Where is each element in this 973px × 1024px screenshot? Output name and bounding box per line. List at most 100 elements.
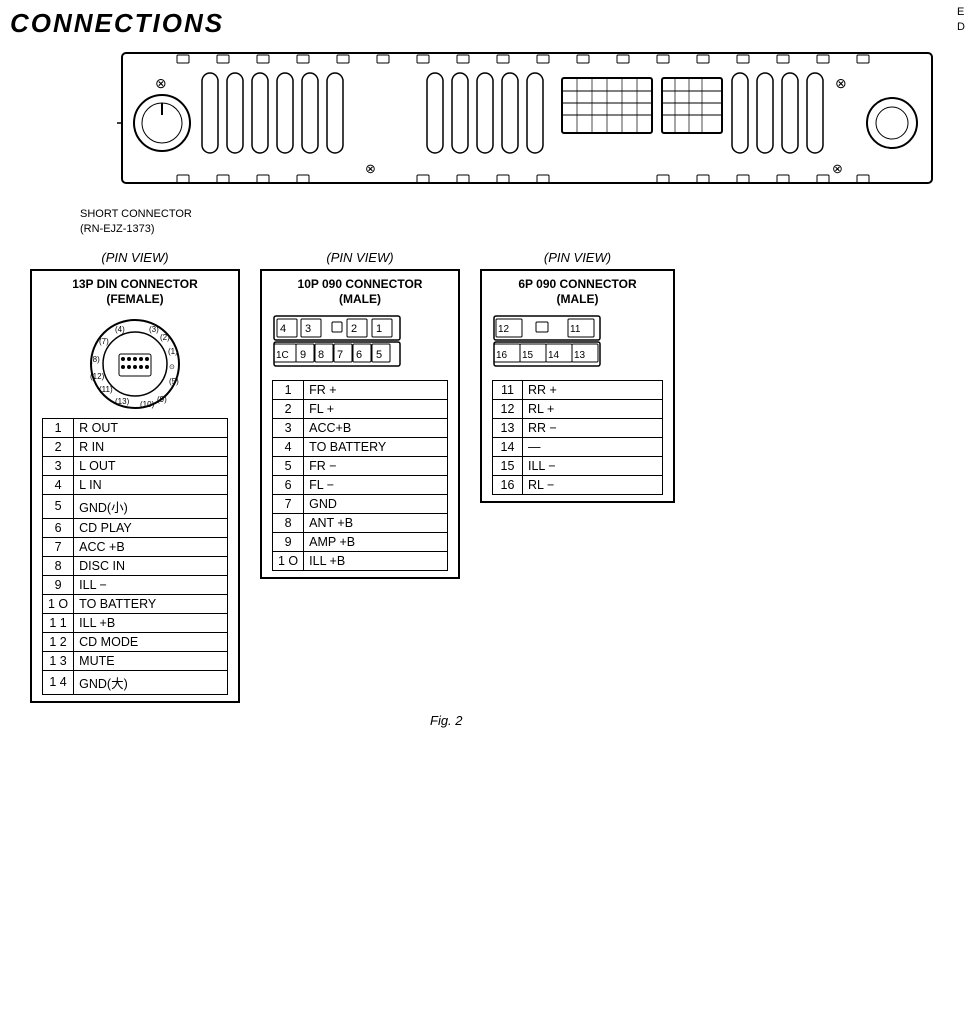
table-row: 6FL − [273,475,448,494]
connector-title-10p: 10P 090 CONNECTOR(MALE) [272,277,448,308]
page-title: CONNECTIONS [10,8,963,39]
svg-text:6: 6 [356,349,362,361]
pin-label: R IN [74,437,228,456]
svg-text:12: 12 [498,324,510,335]
pin-label: TO BATTERY [304,437,448,456]
device-diagram: ⊗ [117,43,937,203]
table-row: 12RL + [493,399,663,418]
pin-number: 9 [273,532,304,551]
pin-label: ILL +B [304,551,448,570]
svg-text:1: 1 [376,323,382,335]
svg-text:5: 5 [376,349,382,361]
pin-block-10p: (PIN VIEW) 10P 090 CONNECTOR(MALE) 4 3 2 [260,250,460,579]
svg-text:(3): (3) [149,325,159,334]
table-row: 8DISC IN [43,556,228,575]
svg-text:2: 2 [351,323,357,335]
pin-label: FL + [304,399,448,418]
svg-text:7: 7 [337,349,343,361]
svg-text:16: 16 [496,350,508,361]
pin-label: ACC +B [74,537,228,556]
pin-view-label-6p: (PIN VIEW) [544,250,611,265]
pin-number: 1 4 [43,670,74,694]
pin-block-6p: (PIN VIEW) 6P 090 CONNECTOR(MALE) 12 11 [480,250,675,503]
pin-table-13p: 1R OUT2R IN3L OUT4L IN5GND(小)6CD PLAY7AC… [42,418,228,695]
pin-label: RL − [523,475,663,494]
circular-connector-13p: (3) (2) (1) (4) (7) (8) (12) (11) (13) (… [85,314,185,414]
svg-text:(8): (8) [90,355,100,364]
pin-label: DISC IN [74,556,228,575]
table-row: 3ACC+B [273,418,448,437]
svg-text:3: 3 [305,323,311,335]
table-row: 4L IN [43,475,228,494]
table-row: 1 4GND(大) [43,670,228,694]
svg-text:(10): (10) [140,400,155,409]
svg-text:⊗: ⊗ [365,161,376,176]
svg-text:14: 14 [548,350,560,361]
table-row: 1 1ILL +B [43,613,228,632]
table-row: 1FR + [273,380,448,399]
pin-number: 4 [273,437,304,456]
pin-number: 2 [273,399,304,418]
table-row: 7ACC +B [43,537,228,556]
svg-text:11: 11 [570,324,581,335]
svg-text:(2): (2) [160,333,170,342]
table-row: 9ILL − [43,575,228,594]
table-row: 11RR + [493,380,663,399]
pin-number: 6 [273,475,304,494]
pin-label: GND(小) [74,494,228,518]
pin-number: 8 [43,556,74,575]
pin-label: — [523,437,663,456]
pin-label: L IN [74,475,228,494]
svg-text:9: 9 [300,349,306,361]
table-row: 1 OILL +B [273,551,448,570]
pin-label: MUTE [74,651,228,670]
pin-number: 9 [43,575,74,594]
pin-number: 8 [273,513,304,532]
table-row: 5GND(小) [43,494,228,518]
pin-number: 1 [43,418,74,437]
pin-label: RL + [523,399,663,418]
svg-text:1C: 1C [276,350,289,361]
pin-number: 7 [43,537,74,556]
corner-marks: ED [957,5,965,36]
svg-text:(12): (12) [90,372,105,381]
connector-title-6p: 6P 090 CONNECTOR(MALE) [492,277,663,308]
table-row: 1 2CD MODE [43,632,228,651]
pin-label: TO BATTERY [74,594,228,613]
svg-text:(5): (5) [169,377,179,386]
pin-number: 1 [273,380,304,399]
table-row: 6CD PLAY [43,518,228,537]
svg-text:13: 13 [574,350,586,361]
table-row: 1 OTO BATTERY [43,594,228,613]
table-row: 5FR − [273,456,448,475]
svg-text:(1): (1) [168,347,178,356]
pin-label: FR − [304,456,448,475]
table-row: 7GND [273,494,448,513]
table-row: 3L OUT [43,456,228,475]
pin-number: 13 [493,418,523,437]
svg-text:4: 4 [280,323,286,335]
connector-title-13p: 13P DIN CONNECTOR(FEMALE) [42,277,228,308]
table-row: 13RR − [493,418,663,437]
table-row: 16RL − [493,475,663,494]
pin-number: 15 [493,456,523,475]
pin-table-6p: 11RR +12RL +13RR −14—15ILL −16RL − [492,380,663,495]
table-row: 14— [493,437,663,456]
svg-text:(13): (13) [115,397,130,406]
fig-label: Fig. 2 [430,713,963,728]
pin-label: RR − [523,418,663,437]
pin-label: FR + [304,380,448,399]
pin-label: L OUT [74,456,228,475]
pin-label: ANT +B [304,513,448,532]
pin-view-label-10p: (PIN VIEW) [326,250,393,265]
pin-number: 6 [43,518,74,537]
table-row: 15ILL − [493,456,663,475]
pin-label: RR + [523,380,663,399]
svg-text:(4): (4) [115,325,125,334]
svg-text:(7): (7) [99,337,109,346]
table-row: 1 3MUTE [43,651,228,670]
pin-table-10p: 1FR +2FL +3ACC+B4TO BATTERY5FR −6FL −7GN… [272,380,448,571]
pin-number: 1 O [273,551,304,570]
svg-text:⊗: ⊗ [832,161,843,176]
pin-number: 1 3 [43,651,74,670]
